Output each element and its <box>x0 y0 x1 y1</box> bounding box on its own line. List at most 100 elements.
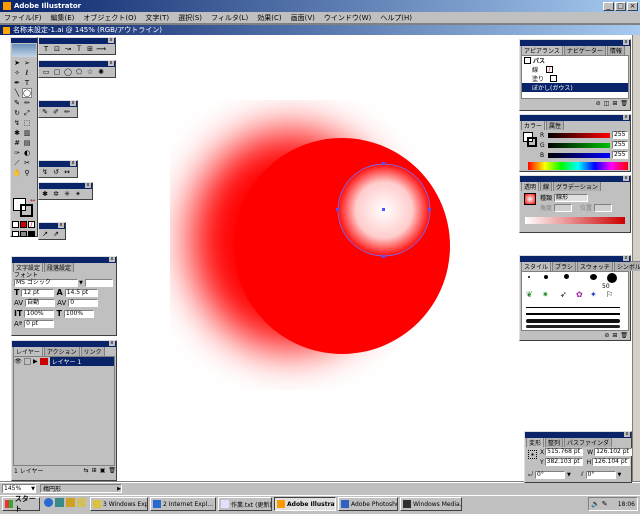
taskbar-task[interactable]: Adobe Photoshop <box>338 497 398 511</box>
close-icon[interactable]: x <box>70 161 76 166</box>
menu-item-9[interactable]: ヘルプ(H) <box>380 13 412 23</box>
baseline-shift-field[interactable]: 0 pt <box>24 320 55 328</box>
brush-stroke-3[interactable] <box>526 319 620 323</box>
close-icon[interactable]: x <box>108 38 114 43</box>
new-brush-icon[interactable]: ⊞ <box>612 332 617 339</box>
tab-brushes-tabs-2[interactable]: スウォッチ <box>576 261 613 271</box>
brush-blob-icon[interactable] <box>590 274 597 280</box>
type-tool-icon[interactable]: T <box>41 44 51 54</box>
layer-options-icon[interactable]: ⇆ <box>84 467 89 474</box>
brush-sparkle-icon[interactable]: ✦ <box>590 290 597 299</box>
star-tool-icon[interactable]: ☆ <box>85 67 95 77</box>
app-titlebar[interactable]: Adobe Illustrator <box>0 0 640 12</box>
symbol-sprayer-tool-icon[interactable]: ✱ <box>12 128 22 138</box>
warp-tool-icon[interactable]: ↯ <box>40 167 50 177</box>
y-field[interactable]: 382.103 pt <box>544 458 583 466</box>
channel-value-field[interactable]: 255 <box>612 131 628 139</box>
paintbrush-tool-icon[interactable]: ✎ <box>12 98 22 108</box>
symbol-sprayer-icon[interactable]: ✱ <box>40 189 50 199</box>
tab-transform-tabs-1[interactable]: 整列 <box>545 437 564 447</box>
stroke-none-swatch[interactable]: / <box>546 66 554 73</box>
vertical-scale-field[interactable]: 100% <box>24 309 55 318</box>
fill-swatch-small[interactable] <box>550 75 558 82</box>
close-icon[interactable]: x <box>624 432 630 437</box>
brush-round-icon[interactable] <box>607 273 617 283</box>
area-type-tool-icon[interactable]: ⊡ <box>52 44 62 54</box>
toolbox-titlebar[interactable] <box>11 38 37 43</box>
tab-color-tabs-0[interactable]: カラー <box>521 120 546 130</box>
tab-transform-tabs-0[interactable]: 変形 <box>526 437 545 447</box>
leading-field[interactable]: 14.5 pt <box>64 288 98 297</box>
close-button[interactable]: × <box>627 2 638 11</box>
chevron-down-icon[interactable]: ▼ <box>618 472 622 478</box>
stroke-swatch[interactable] <box>20 204 33 217</box>
brush-splat-icon[interactable]: ✷ <box>542 290 549 299</box>
erase-tool-icon[interactable]: ✏ <box>62 107 72 117</box>
pencil-tool-icon[interactable]: ✏ <box>22 98 32 108</box>
red-circle[interactable] <box>234 138 450 354</box>
symbol-scruncher-icon[interactable]: ✳ <box>62 189 72 199</box>
close-icon[interactable]: x <box>623 40 629 45</box>
flare-tool-icon[interactable]: ✺ <box>96 67 106 77</box>
gradient-mode-icon[interactable] <box>20 221 27 228</box>
taskbar-task[interactable]: 2 Internet Expl... <box>150 497 216 511</box>
direct-selection-tool-icon[interactable]: ➢ <box>22 58 32 68</box>
color-spectrum[interactable] <box>528 162 628 170</box>
symbol-sizer-icon[interactable]: ✴ <box>73 189 83 199</box>
vertical-area-type-tool-icon[interactable]: ⊞ <box>85 44 95 54</box>
slice-tool-icon[interactable]: ↗ <box>40 229 50 239</box>
tab-layer-tabs-1[interactable]: アクション <box>43 346 80 356</box>
shear-field[interactable]: 0° <box>585 471 616 479</box>
channel-value-field[interactable]: 255 <box>612 141 628 149</box>
blend-tool-icon[interactable]: ◐ <box>22 148 32 158</box>
twirl-tool-icon[interactable]: ↺ <box>51 167 61 177</box>
gradient-position-field[interactable] <box>594 203 613 212</box>
ie-quicklaunch-icon[interactable] <box>44 498 53 507</box>
menu-item-7[interactable]: 画面(V) <box>291 13 315 23</box>
kerning-field[interactable]: 自動 <box>25 299 56 307</box>
close-icon[interactable]: x <box>623 256 629 261</box>
reduce-appearance-icon[interactable]: ◫ <box>604 100 610 107</box>
tab-layer-tabs-2[interactable]: リンク <box>80 346 105 356</box>
brush-leaf-icon[interactable]: ❦ <box>526 290 533 299</box>
lock-toggle[interactable] <box>24 358 31 365</box>
menu-item-0[interactable]: ファイル(F) <box>4 13 42 23</box>
taskbar-task[interactable]: Windows Media... <box>400 497 462 511</box>
rectangle-tool-icon[interactable]: ▭ <box>41 67 51 77</box>
close-icon[interactable]: x <box>85 183 91 188</box>
gradient-tool-icon[interactable]: ▤ <box>22 138 32 148</box>
artwork[interactable] <box>170 100 490 390</box>
scissors-tool-icon[interactable]: ✂ <box>22 158 32 168</box>
appearance-path-row[interactable]: パス <box>522 56 628 65</box>
tab-appearance-tabs-2[interactable]: 情報 <box>606 45 625 55</box>
menu-item-2[interactable]: オブジェクト(O) <box>83 13 136 23</box>
volume-icon[interactable]: 🔈 <box>591 500 600 508</box>
trash-icon[interactable]: 🗑 <box>108 467 116 474</box>
brush-stroke-2[interactable] <box>526 313 620 315</box>
vertical-scrollbar[interactable] <box>632 35 640 481</box>
mesh-tool-icon[interactable]: # <box>12 138 22 148</box>
lasso-tool-icon[interactable]: ℓ <box>22 68 32 78</box>
close-icon[interactable]: x <box>623 115 629 120</box>
symbol-shifter-icon[interactable]: ✲ <box>51 189 61 199</box>
brush-flower-icon[interactable]: ✿ <box>576 290 583 299</box>
x-field[interactable]: 515.768 pt <box>545 448 584 456</box>
tab-gradient-tabs-1[interactable]: 線 <box>540 181 553 191</box>
eyedropper-tool-icon[interactable]: ✑ <box>12 148 22 158</box>
chevron-down-icon[interactable]: ▼ <box>567 472 571 478</box>
reference-point-icon[interactable] <box>528 450 537 459</box>
brush-dot-med-icon[interactable] <box>544 275 548 279</box>
tab-brushes-tabs-3[interactable]: シンボル <box>613 261 640 271</box>
warp-tool-icon[interactable]: ↯ <box>12 118 22 128</box>
vertical-type-tool-icon[interactable]: Ｔ <box>74 44 84 54</box>
rotate-field[interactable]: 0° <box>535 471 565 479</box>
normal-screen-icon[interactable] <box>12 231 19 237</box>
graph-tool-icon[interactable]: ▥ <box>22 128 32 138</box>
maximize-button[interactable]: □ <box>615 2 626 11</box>
hand-tool-icon[interactable]: ✋ <box>12 168 22 178</box>
close-icon[interactable]: x <box>623 176 629 181</box>
menu-item-5[interactable]: フィルタ(L) <box>211 13 248 23</box>
status-tool-field[interactable]: 楕円形 ▶ <box>40 484 122 493</box>
tab-gradient-tabs-2[interactable]: グラデーション <box>553 181 601 191</box>
ime-icon[interactable]: ✎ <box>602 500 608 508</box>
